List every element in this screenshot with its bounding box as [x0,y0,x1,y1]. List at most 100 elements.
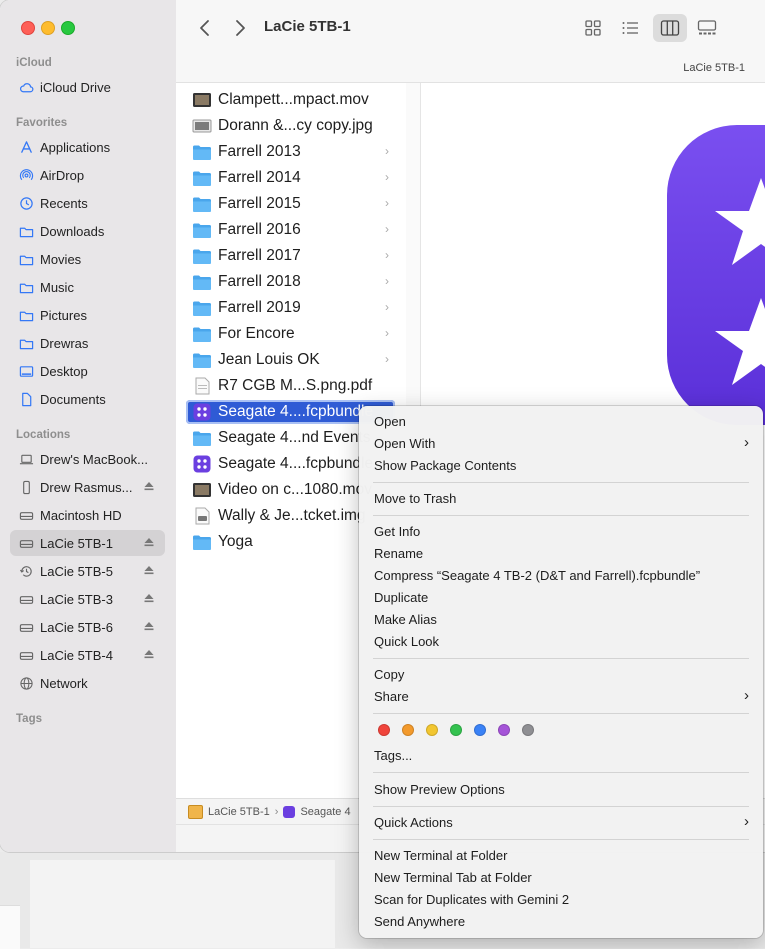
sidebar-item-documents[interactable]: Documents [10,386,165,412]
menu-item-duplicate[interactable]: Duplicate [374,587,428,609]
menu-item-scan-duplicates[interactable]: Scan for Duplicates with Gemini 2 [374,889,569,911]
video-icon [193,93,211,107]
eject-icon[interactable] [143,620,155,632]
sidebar-item-lacie-5tb-1[interactable]: LaCie 5TB-1 [10,530,165,556]
path-root[interactable]: LaCie 5TB-1 [208,806,270,818]
file-row[interactable]: Farrell 2019 › [186,296,395,320]
grid-icon [585,20,601,36]
file-name: Dorann &...cy copy.jpg [218,117,373,134]
sidebar-item-label: Movies [40,251,82,267]
sidebar-item-music[interactable]: Music [10,274,165,300]
menu-item-move-to-trash[interactable]: Move to Trash [374,488,456,510]
eject-icon[interactable] [143,564,155,576]
menu-item-share[interactable]: Share [374,686,409,708]
clock-icon [18,195,34,211]
sidebar-item-network[interactable]: Network [10,670,165,696]
tag-color-dot[interactable] [426,724,438,736]
file-name: Farrell 2017 [218,247,301,264]
eject-icon[interactable] [143,648,155,660]
file-row[interactable]: Dorann &...cy copy.jpg [186,114,395,138]
forward-chevron-icon[interactable] [230,16,250,40]
sidebar-item-lacie-5tb-5[interactable]: LaCie 5TB-5 [10,558,165,584]
drive-icon [18,647,34,663]
sidebar-item-label: iCloud Drive [40,79,111,95]
folder-icon [18,279,34,295]
zoom-window-button[interactable] [61,21,75,35]
file-row[interactable]: Farrell 2018 › [186,270,395,294]
menu-item-quick-look[interactable]: Quick Look [374,631,439,653]
menu-item-tags[interactable]: Tags... [374,745,412,767]
file-row[interactable]: Farrell 2015 › [186,192,395,216]
menu-item-show-preview-options[interactable]: Show Preview Options [374,779,505,801]
sidebar-item-drew-s-macbook[interactable]: Drew's MacBook... [10,446,165,472]
menu-item-open[interactable]: Open [374,411,406,433]
minimize-window-button[interactable] [41,21,55,35]
file-row[interactable]: R7 CGB M...S.png.pdf [186,374,395,398]
file-row[interactable]: Farrell 2013 › [186,140,395,164]
eject-icon[interactable] [143,480,155,492]
menu-item-rename[interactable]: Rename [374,543,423,565]
tag-color-dot[interactable] [522,724,534,736]
file-row[interactable]: Jean Louis OK › [186,348,395,372]
sidebar: iCloud iCloud Drive Favorites Locations … [0,0,177,852]
tag-color-dot[interactable] [474,724,486,736]
file-name: Farrell 2014 [218,169,301,186]
sidebar-item-recents[interactable]: Recents [10,190,165,216]
file-name: Wally & Je...tcket.img [218,507,366,524]
file-name: Seagate 4....fcpbundle [218,455,374,472]
sidebar-item-icloud-drive[interactable]: iCloud Drive [10,74,165,100]
file-row[interactable]: Farrell 2016 › [186,218,395,242]
tag-color-dot[interactable] [402,724,414,736]
menu-item-copy[interactable]: Copy [374,664,404,686]
laptop-icon [18,451,34,467]
sidebar-item-label: Network [40,675,88,691]
sidebar-item-desktop[interactable]: Desktop [10,358,165,384]
menu-item-new-terminal[interactable]: New Terminal at Folder [374,845,507,867]
sidebar-item-lacie-5tb-4[interactable]: LaCie 5TB-4 [10,642,165,668]
tag-color-dot[interactable] [498,724,510,736]
sidebar-item-movies[interactable]: Movies [10,246,165,272]
sidebar-item-airdrop[interactable]: AirDrop [10,162,165,188]
drive-icon [18,591,34,607]
file-name: Clampett...mpact.mov [218,91,369,108]
sidebar-item-label: LaCie 5TB-4 [40,647,113,663]
menu-item-label: Quick Actions [374,815,453,830]
menu-item-show-package-contents[interactable]: Show Package Contents [374,455,516,477]
menu-item-quick-actions[interactable]: Quick Actions [374,812,453,834]
tag-color-dot[interactable] [450,724,462,736]
sidebar-item-downloads[interactable]: Downloads [10,218,165,244]
eject-icon[interactable] [143,536,155,548]
back-chevron-icon[interactable] [196,16,216,40]
tag-color-dot[interactable] [378,724,390,736]
menu-item-open-with[interactable]: Open With [374,433,749,455]
menu-item-compress[interactable]: Compress “Seagate 4 TB-2 (D&T and Farrel… [374,565,700,587]
sidebar-item-lacie-5tb-6[interactable]: LaCie 5TB-6 [10,614,165,640]
icon-view-button[interactable] [576,14,610,42]
chevron-right-icon: › [744,434,749,451]
sidebar-item-drewras[interactable]: Drewras [10,330,165,356]
file-row[interactable]: Farrell 2014 › [186,166,395,190]
path-item[interactable]: Seagate 4 [300,806,350,818]
file-row[interactable]: Farrell 2017 › [186,244,395,268]
eject-icon[interactable] [143,592,155,604]
menu-item-send-anywhere[interactable]: Send Anywhere [374,911,465,933]
sidebar-item-drew-rasmus[interactable]: Drew Rasmus... [10,474,165,500]
menu-item-new-terminal-tab[interactable]: New Terminal Tab at Folder [374,867,532,889]
sidebar-item-applications[interactable]: Applications [10,134,165,160]
sidebar-section-tags: Tags [16,713,42,725]
chevron-right-icon: › [385,300,389,314]
menu-item-get-info[interactable]: Get Info [374,521,420,543]
sidebar-item-macintosh-hd[interactable]: Macintosh HD [10,502,165,528]
file-row[interactable]: For Encore › [186,322,395,346]
sidebar-item-lacie-5tb-3[interactable]: LaCie 5TB-3 [10,586,165,612]
airdrop-icon [18,167,34,183]
gallery-view-button[interactable] [690,14,724,42]
sidebar-item-pictures[interactable]: Pictures [10,302,165,328]
chevron-right-icon: › [385,196,389,210]
list-view-button[interactable] [613,14,647,42]
fcp-bundle-icon [283,806,296,818]
menu-item-make-alias[interactable]: Make Alias [374,609,437,631]
column-view-button[interactable] [653,14,687,42]
file-row[interactable]: Clampett...mpact.mov [186,88,395,112]
close-window-button[interactable] [21,21,35,35]
